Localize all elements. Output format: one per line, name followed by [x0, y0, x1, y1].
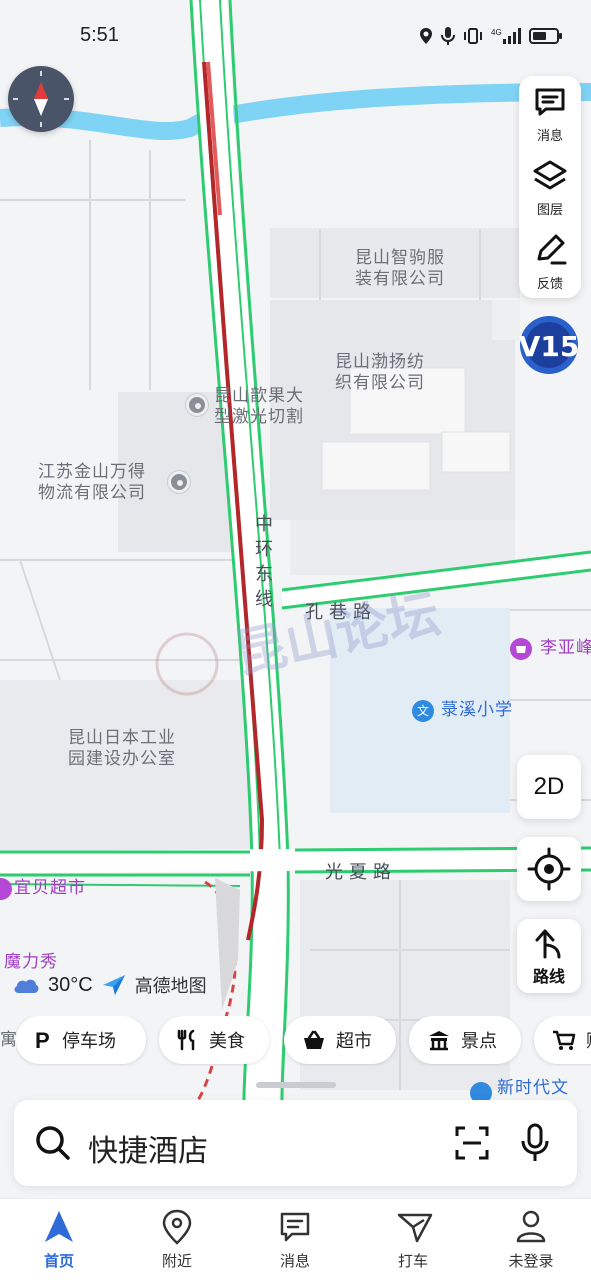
chip-label: 停车场	[62, 1031, 116, 1052]
poi-marker-icon[interactable]	[186, 394, 208, 416]
status-time: 5:51	[80, 24, 119, 46]
map-label-laser[interactable]: 昆山歆果大 型激光切割	[214, 386, 304, 428]
map-label-xinshidai[interactable]: 新时代文	[497, 1078, 569, 1099]
brand-label: 高德地图	[134, 976, 207, 997]
amap-logo-icon	[102, 975, 125, 995]
vibrate-icon	[464, 28, 482, 44]
nav-messages[interactable]: 消息	[245, 1207, 345, 1277]
route-button[interactable]: 路线	[517, 919, 581, 993]
temple-icon	[429, 1031, 449, 1051]
map-label-yibei[interactable]: 宜贝超市	[14, 878, 86, 899]
chip-shopping[interactable]: 购	[534, 1016, 591, 1064]
signal-4g-icon: 4G	[491, 28, 521, 44]
locate-icon	[527, 847, 571, 891]
chip-label: 购	[586, 1027, 591, 1053]
route-arrow-icon	[535, 929, 561, 959]
home-navigation-icon	[45, 1211, 73, 1242]
route-label: 路线	[532, 967, 565, 986]
status-bar: 5:51 4G	[0, 0, 591, 72]
map-label-office[interactable]: 昆山日本工业 园建设办公室	[68, 728, 176, 770]
nav-home[interactable]: 首页	[9, 1207, 109, 1277]
taxi-icon	[397, 1213, 433, 1243]
microphone-icon	[441, 27, 455, 45]
category-chips: P 停车场 美食 超市 景点 购	[16, 1016, 591, 1066]
food-icon	[177, 1029, 195, 1051]
drag-handle[interactable]	[256, 1082, 336, 1088]
nav-label: 未登录	[508, 1252, 554, 1270]
user-icon	[516, 1210, 546, 1243]
svg-text:V15: V15	[519, 330, 580, 363]
chip-supermarket[interactable]: 超市	[284, 1016, 396, 1064]
messages-tool-label: 消息	[536, 129, 563, 144]
map-label-company1[interactable]: 昆山智驹服 装有限公司	[355, 248, 445, 290]
voice-icon[interactable]	[519, 1123, 551, 1163]
message-icon	[280, 1212, 310, 1242]
view-mode-button[interactable]: 2D	[517, 755, 581, 819]
school-icon[interactable]: 文	[412, 700, 434, 722]
nav-label: 首页	[43, 1252, 74, 1270]
road-label-zhonghuan: 中 环 东 线	[255, 514, 273, 610]
compass-icon	[11, 69, 71, 129]
temperature: 30°C	[48, 973, 93, 996]
chip-attractions[interactable]: 景点	[409, 1016, 521, 1064]
nav-nearby[interactable]: 附近	[127, 1207, 227, 1277]
compass-button[interactable]	[8, 66, 74, 132]
cart-icon	[553, 1030, 576, 1050]
cloud-icon	[14, 979, 39, 993]
nav-label: 消息	[279, 1252, 310, 1270]
layers-icon	[533, 160, 567, 190]
v15-promo-icon[interactable]: V15	[518, 314, 580, 376]
map-label-company2[interactable]: 昆山渤扬纺 织有限公司	[335, 352, 425, 394]
bottom-nav: 首页 附近 消息 打车 未登录	[0, 1198, 591, 1280]
feedback-tool-label: 反馈	[536, 277, 563, 292]
chip-label: 超市	[336, 1031, 372, 1052]
messages-tool-button[interactable]: 消息	[519, 76, 581, 150]
pencil-icon	[537, 234, 567, 265]
svg-text:P: P	[35, 1029, 50, 1051]
svg-text:4G: 4G	[491, 28, 502, 37]
nav-profile[interactable]: 未登录	[481, 1207, 581, 1277]
chip-label: 美食	[209, 1031, 245, 1052]
nav-label: 打车	[397, 1252, 428, 1270]
chip-label: 景点	[461, 1031, 497, 1052]
message-icon	[535, 88, 565, 116]
shop-icon[interactable]	[510, 638, 532, 660]
scan-icon[interactable]	[454, 1125, 490, 1161]
map-label-school[interactable]: 菉溪小学	[441, 700, 513, 721]
status-icons: 4G	[419, 26, 563, 46]
battery-icon	[529, 28, 562, 44]
map-pin-icon	[162, 1209, 192, 1245]
feedback-tool-button[interactable]: 反馈	[519, 224, 581, 298]
weather-widget[interactable]: 30°C 高德地图	[12, 970, 207, 1000]
chip-parking[interactable]: P 停车场	[16, 1016, 146, 1064]
poi-marker-icon[interactable]	[168, 471, 190, 493]
search-input[interactable]: 快捷酒店	[88, 1126, 208, 1170]
layers-tool-label: 图层	[536, 203, 563, 218]
chip-food[interactable]: 美食	[159, 1016, 269, 1064]
locate-button[interactable]	[517, 837, 581, 901]
map-label-logistics[interactable]: 江苏金山万得 物流有限公司	[38, 462, 146, 504]
nav-label: 附近	[161, 1252, 192, 1270]
map-tools-panel: 消息 图层 反馈	[519, 76, 581, 298]
search-icon	[36, 1126, 70, 1160]
nav-taxi[interactable]: 打车	[363, 1207, 463, 1277]
road-label-guangxia: 光夏路	[325, 862, 397, 883]
layers-tool-button[interactable]: 图层	[519, 150, 581, 224]
location-icon	[420, 28, 432, 44]
search-box[interactable]: 快捷酒店	[14, 1100, 577, 1186]
map-label-liya[interactable]: 李亚峰	[540, 638, 591, 659]
parking-icon: P	[35, 1029, 50, 1051]
basket-icon	[304, 1030, 324, 1049]
